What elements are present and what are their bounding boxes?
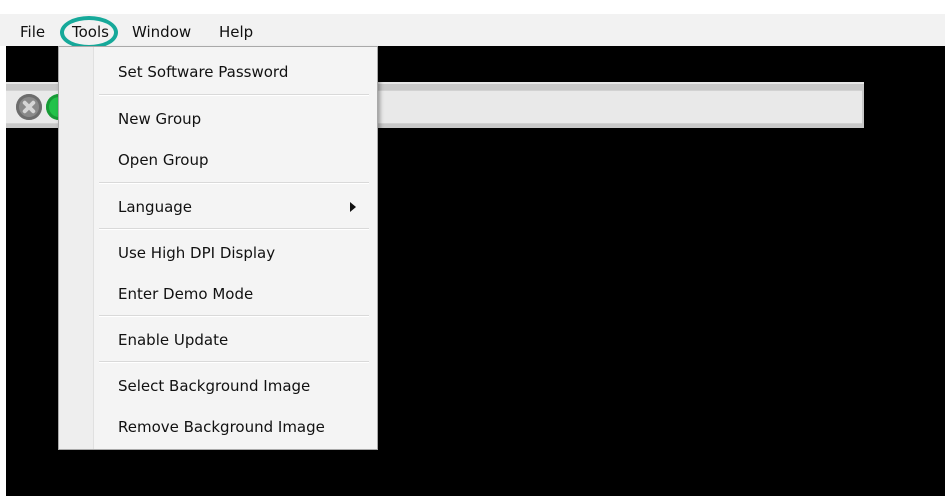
menu-help[interactable]: Help <box>219 22 253 42</box>
menu-gutter <box>59 47 94 449</box>
menu-separator <box>99 361 369 363</box>
menu-bar: File Tools Window Help <box>0 14 945 46</box>
close-circle-icon[interactable] <box>16 94 42 120</box>
titlebar-strip <box>0 0 945 14</box>
menu-file[interactable]: File <box>20 22 45 42</box>
menu-item-select-background-image[interactable]: Select Background Image <box>118 376 310 396</box>
submenu-arrow-icon <box>350 202 356 212</box>
menu-tools[interactable]: Tools <box>72 22 109 42</box>
menu-item-remove-background-image[interactable]: Remove Background Image <box>118 417 325 437</box>
menu-separator <box>99 315 369 317</box>
menu-separator <box>99 182 369 184</box>
menu-item-enable-update[interactable]: Enable Update <box>118 330 228 350</box>
menu-item-use-high-dpi-display[interactable]: Use High DPI Display <box>118 243 275 263</box>
menu-separator <box>99 94 369 96</box>
menu-item-language[interactable]: Language <box>118 197 192 217</box>
tools-dropdown-menu: Set Software Password New Group Open Gro… <box>58 46 378 450</box>
menu-item-enter-demo-mode[interactable]: Enter Demo Mode <box>118 284 253 304</box>
menu-separator <box>99 228 369 230</box>
menu-window[interactable]: Window <box>132 22 191 42</box>
menu-item-set-software-password[interactable]: Set Software Password <box>118 62 288 82</box>
menu-item-new-group[interactable]: New Group <box>118 109 201 129</box>
menu-item-open-group[interactable]: Open Group <box>118 150 209 170</box>
